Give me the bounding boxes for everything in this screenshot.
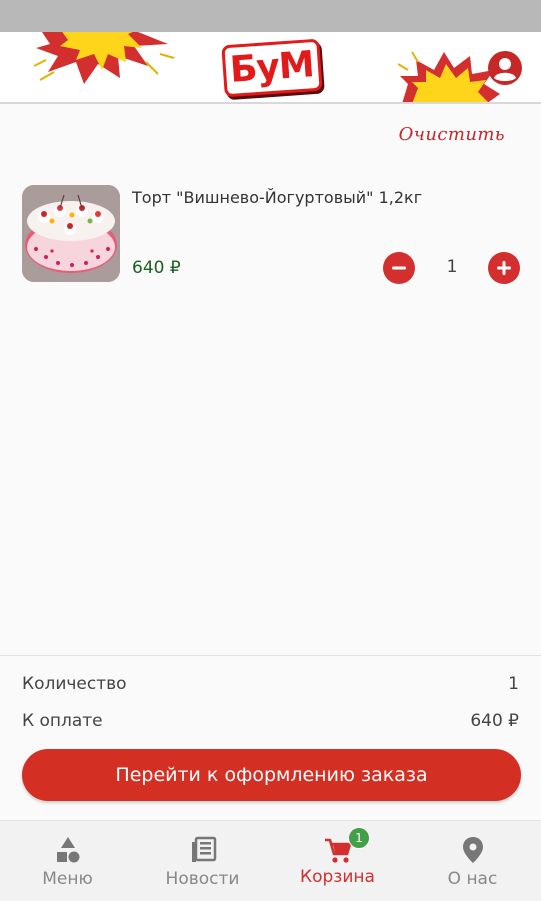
clear-cart-link[interactable]: Очистить: [399, 124, 505, 145]
quantity-value: 1: [446, 257, 458, 277]
status-bar: [0, 0, 541, 32]
summary-quantity-row: Количество 1: [22, 674, 519, 694]
item-title[interactable]: Торт "Вишнево-Йогуртовый" 1,2кг: [132, 188, 422, 207]
news-icon: [191, 836, 216, 862]
app-header: БуМ: [0, 32, 541, 104]
app-logo: БуМ: [221, 38, 323, 98]
comic-burst-left-decoration: [33, 32, 175, 84]
profile-icon[interactable]: [487, 50, 523, 86]
nav-item-about[interactable]: О нас: [405, 821, 540, 901]
summary-quantity-label: Количество: [22, 674, 127, 694]
cart-item: Торт "Вишнево-Йогуртовый" 1,2кг 640 ₽ 1: [0, 180, 541, 290]
summary-pay-label: К оплате: [22, 711, 103, 731]
nav-item-news[interactable]: Новости: [135, 821, 270, 901]
checkout-button[interactable]: Перейти к оформлению заказа: [22, 749, 521, 801]
order-summary: Количество 1 К оплате 640 ₽ Перейти к оф…: [0, 655, 541, 821]
summary-pay-value: 640 ₽: [470, 711, 519, 731]
summary-pay-row: К оплате 640 ₽: [22, 711, 519, 731]
nav-label-cart: Корзина: [300, 867, 375, 887]
nav-label-menu: Меню: [42, 869, 93, 889]
logo-text: БуМ: [221, 38, 323, 98]
nav-label-news: Новости: [165, 869, 240, 889]
cart-count-badge: 1: [348, 827, 370, 849]
location-pin-icon: [462, 837, 483, 863]
summary-quantity-value: 1: [508, 674, 519, 694]
increase-quantity-button[interactable]: [488, 252, 520, 284]
menu-shapes-icon: [56, 837, 79, 863]
item-price: 640 ₽: [132, 258, 181, 278]
nav-item-menu[interactable]: Меню: [0, 821, 135, 901]
bottom-navigation: Меню Новости 1 Корзина О нас: [0, 820, 541, 901]
nav-label-about: О нас: [447, 869, 498, 889]
decrease-quantity-button[interactable]: [383, 252, 415, 284]
nav-item-cart[interactable]: 1 Корзина: [270, 821, 405, 901]
plus-icon: [497, 261, 511, 275]
minus-icon: [392, 266, 406, 270]
cake-photo-image: [22, 185, 120, 282]
